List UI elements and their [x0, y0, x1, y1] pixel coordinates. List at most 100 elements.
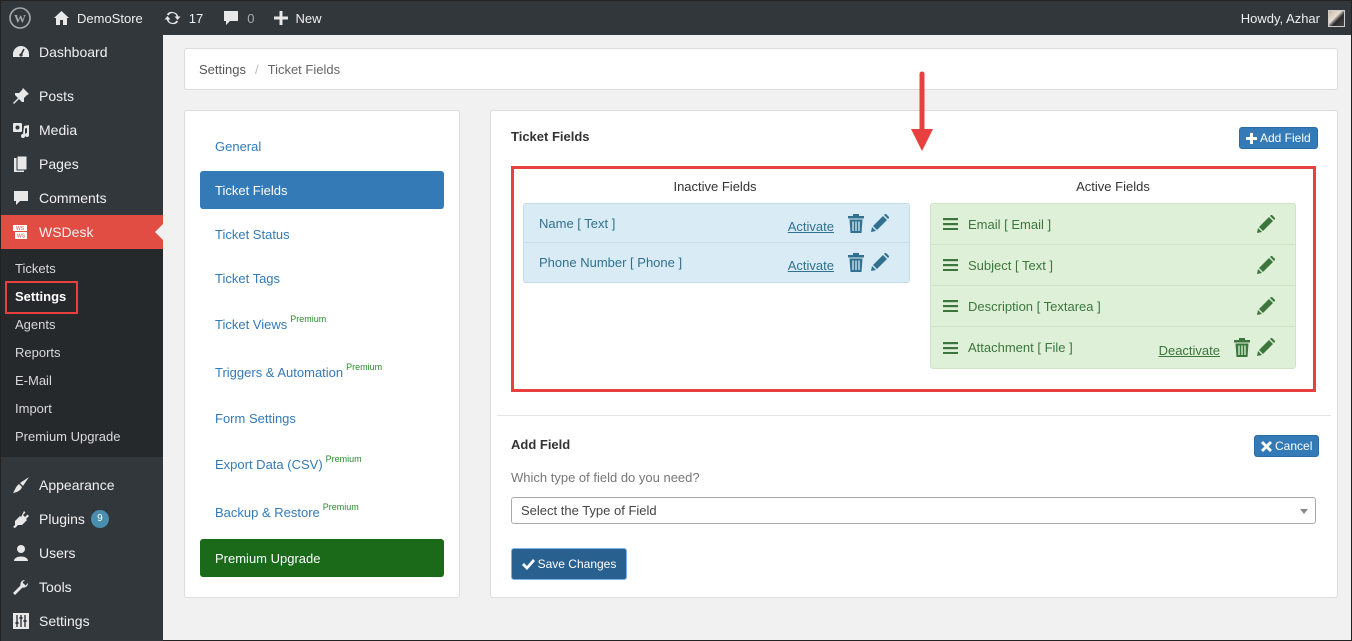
deactivate-link[interactable]: Deactivate [1159, 343, 1220, 358]
settings-nav-ticket-fields[interactable]: Ticket Fields [200, 171, 444, 209]
drag-handle-icon[interactable] [943, 218, 958, 230]
edit-pencil-icon[interactable] [1256, 214, 1275, 234]
active-field-row[interactable]: Attachment [ File ] Deactivate [931, 327, 1295, 368]
sidebar-label: Tools [39, 579, 72, 595]
ticket-fields-panel: Ticket Fields Add Field Inactive Fields … [490, 110, 1338, 598]
active-fields-list: Email [ Email ] Subject [ Text ] Descrip… [930, 203, 1296, 369]
plus-icon [274, 11, 289, 25]
sidebar-item-wsdesk[interactable]: WS WS WSDesk [1, 215, 163, 249]
edit-pencil-icon[interactable] [870, 213, 889, 233]
sidebar-item-posts[interactable]: Posts [1, 79, 163, 113]
nav-label: Ticket Status [215, 226, 290, 242]
add-field-button[interactable]: Add Field [1239, 127, 1318, 149]
submenu-item-import[interactable]: Import [1, 395, 163, 423]
inactive-field-row: Name [ Text ] Activate [524, 204, 909, 243]
field-label: Description [ Textarea ] [968, 298, 1101, 314]
field-label: Name [ Text ] [539, 215, 616, 231]
field-label: Subject [ Text ] [968, 257, 1054, 273]
comments-link[interactable]: 0 [211, 1, 262, 35]
activate-link[interactable]: Activate [788, 258, 834, 273]
field-label: Attachment [ File ] [968, 340, 1073, 355]
submenu-item-premium-upgrade[interactable]: Premium Upgrade [1, 423, 163, 451]
plug-icon [13, 511, 29, 528]
new-label: New [295, 10, 322, 26]
add-field-title: Add Field [511, 437, 571, 452]
settings-nav-ticket-status[interactable]: Ticket Status [200, 215, 444, 253]
active-field-row[interactable]: Email [ Email ] [931, 204, 1295, 245]
drag-handle-icon[interactable] [943, 300, 958, 312]
plugins-update-badge: 9 [90, 510, 109, 528]
settings-nav-form-settings[interactable]: Form Settings [200, 399, 444, 437]
settings-highlight-annotation [5, 281, 78, 314]
activate-link[interactable]: Activate [788, 219, 834, 234]
cancel-label: Cancel [1275, 439, 1313, 453]
trash-icon[interactable] [848, 213, 864, 233]
submenu-item-agents[interactable]: Agents [1, 311, 163, 339]
edit-pencil-icon[interactable] [1256, 338, 1275, 357]
panel-title: Ticket Fields [511, 129, 590, 144]
settings-nav-export-data[interactable]: Export Data (CSV) Premium [200, 443, 444, 485]
updates-count: 17 [188, 10, 204, 26]
settings-nav-ticket-views[interactable]: Ticket Views Premium [200, 303, 444, 345]
sidebar-item-users[interactable]: Users [1, 536, 163, 570]
inactive-fields-title: Inactive Fields [673, 179, 757, 194]
settings-nav-triggers-automation[interactable]: Triggers & Automation Premium [200, 351, 444, 393]
premium-badge: Premium [290, 314, 327, 324]
avatar [1328, 9, 1345, 27]
wordpress-icon: W [9, 7, 31, 29]
edit-pencil-icon[interactable] [1256, 296, 1275, 316]
sidebar-label: Comments [39, 190, 107, 206]
submenu-item-reports[interactable]: Reports [1, 339, 163, 367]
submenu-item-email[interactable]: E-Mail [1, 367, 163, 395]
sidebar-label: Appearance [39, 477, 115, 493]
wrench-icon [13, 579, 29, 595]
site-name-link[interactable]: DemoStore [39, 1, 151, 35]
settings-nav-general[interactable]: General [200, 127, 444, 165]
field-type-question: Which type of field do you need? [511, 470, 700, 485]
submenu-item-tickets[interactable]: Tickets [1, 255, 163, 283]
my-account-link[interactable]: Howdy, Azhar [1233, 1, 1351, 35]
sidebar-label: Dashboard [39, 44, 108, 60]
field-type-select[interactable]: Select the Type of Field [511, 497, 1316, 524]
media-icon [13, 123, 29, 138]
new-content-link[interactable]: New [262, 1, 329, 35]
breadcrumb-settings-link[interactable]: Settings [199, 62, 246, 77]
breadcrumb-current: Ticket Fields [267, 61, 341, 77]
sidebar-label: Pages [39, 156, 79, 172]
sidebar-item-pages[interactable]: Pages [1, 147, 163, 181]
drag-handle-icon[interactable] [943, 259, 958, 271]
edit-pencil-icon[interactable] [870, 253, 889, 272]
active-field-row[interactable]: Subject [ Text ] [931, 245, 1295, 286]
sidebar-item-media[interactable]: Media [1, 113, 163, 147]
wordpress-logo-button[interactable]: W [1, 1, 39, 35]
premium-badge: Premium [325, 454, 362, 464]
trash-icon[interactable] [848, 253, 864, 272]
check-icon [521, 558, 535, 570]
save-label: Save Changes [537, 557, 617, 571]
active-field-row[interactable]: Description [ Textarea ] [931, 286, 1295, 327]
updates-link[interactable]: 17 [151, 1, 211, 35]
premium-badge: Premium [346, 362, 383, 372]
sidebar-item-dashboard[interactable]: Dashboard [1, 35, 163, 69]
add-field-label: Add Field [1260, 131, 1311, 145]
settings-nav-premium-upgrade[interactable]: Premium Upgrade [200, 539, 444, 577]
sidebar-item-settings[interactable]: Settings [1, 604, 163, 638]
fields-highlight-annotation: Inactive Fields Active Fields Name [ Tex… [511, 166, 1316, 392]
edit-pencil-icon[interactable] [1256, 255, 1275, 275]
sidebar-item-tools[interactable]: Tools [1, 570, 163, 604]
comment-icon [224, 11, 239, 25]
settings-nav-ticket-tags[interactable]: Ticket Tags [200, 259, 444, 297]
nav-label: General [215, 138, 262, 154]
settings-nav-backup-restore[interactable]: Backup & Restore Premium [200, 491, 444, 533]
sidebar-label: Settings [39, 613, 90, 629]
cancel-button[interactable]: Cancel [1254, 435, 1320, 457]
trash-icon[interactable] [1234, 338, 1250, 357]
sidebar-item-plugins[interactable]: Plugins 9 [1, 502, 163, 536]
nav-label: Triggers & Automation [215, 364, 344, 380]
sidebar-item-appearance[interactable]: Appearance [1, 468, 163, 502]
chevron-down-icon [1300, 509, 1308, 514]
sidebar-label: Plugins [39, 511, 85, 527]
sidebar-item-comments[interactable]: Comments [1, 181, 163, 215]
save-changes-button[interactable]: Save Changes [511, 548, 627, 580]
drag-handle-icon[interactable] [943, 341, 958, 354]
